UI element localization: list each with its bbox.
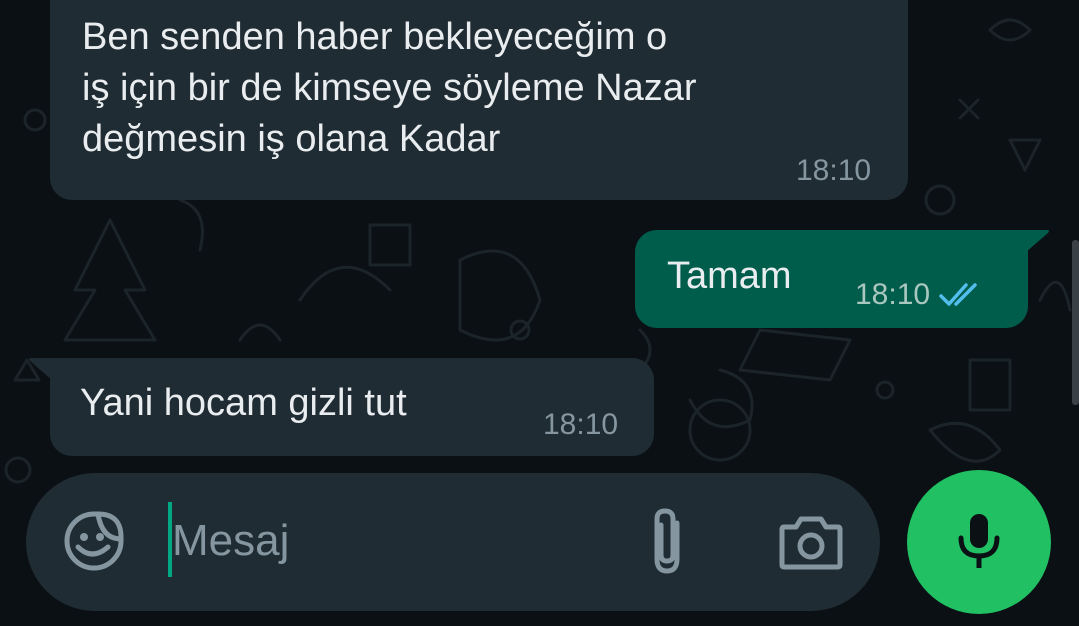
outgoing-message-bubble[interactable]: Tamam 18:10 — [635, 230, 1049, 328]
message-timestamp: 18:10 — [855, 278, 931, 311]
message-timestamp: 18:10 — [796, 154, 872, 187]
message-input[interactable] — [172, 499, 592, 583]
scrollbar-thumb[interactable] — [1072, 240, 1079, 405]
double-check-read-icon — [939, 283, 977, 306]
message-text: Tamam — [667, 255, 792, 297]
attach-button[interactable] — [641, 505, 697, 581]
bubble-tail — [29, 358, 52, 380]
microphone-icon — [958, 514, 1000, 568]
bubble-tail — [1026, 230, 1049, 252]
sticker-emoji-icon — [64, 511, 124, 571]
message-time: 18:10 — [855, 278, 986, 312]
paperclip-icon — [654, 508, 680, 574]
message-text: Yani hocam gizli tut — [80, 382, 407, 424]
message-time: 18:10 — [796, 154, 871, 188]
sticker-emoji-button[interactable] — [62, 509, 126, 573]
message-time: 18:10 — [543, 408, 618, 442]
incoming-message-bubble[interactable]: Ben senden haber bekleyeceğim o iş için … — [50, 0, 908, 200]
message-text: Ben senden haber bekleyeceğim o iş için … — [82, 16, 697, 160]
message-timestamp: 18:10 — [543, 408, 619, 441]
voice-record-button[interactable] — [907, 470, 1051, 614]
camera-icon — [779, 516, 843, 570]
message-composer — [26, 473, 880, 611]
camera-button[interactable] — [778, 511, 844, 573]
chat-conversation: Ben senden haber bekleyeceğim o iş için … — [0, 0, 1079, 626]
incoming-message-bubble[interactable]: Yani hocam gizli tut 18:10 — [29, 358, 654, 456]
